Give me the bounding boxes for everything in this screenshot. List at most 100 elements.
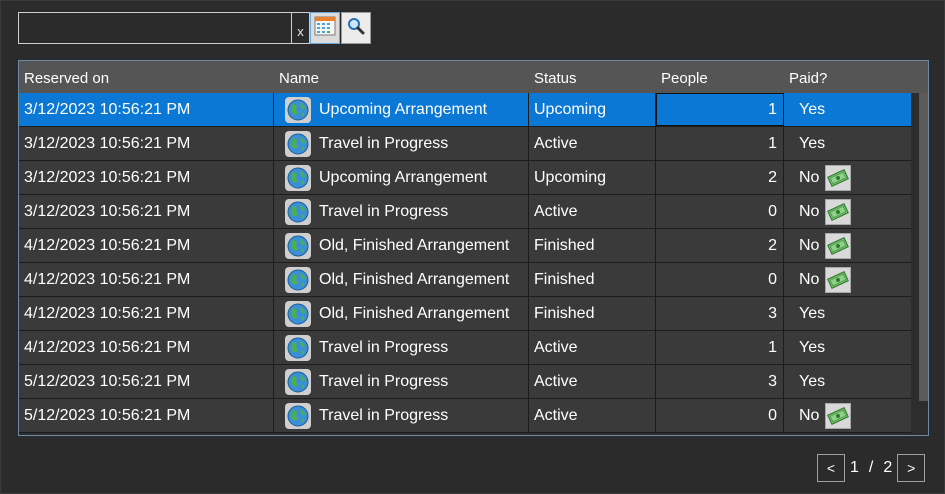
grid-header: Reserved on Name Status People Paid? — [19, 61, 911, 93]
reserved-on-cell[interactable]: 5/12/2023 10:56:21 PM — [19, 399, 274, 432]
paid-cell[interactable]: Yes — [784, 331, 911, 364]
money-icon[interactable] — [825, 232, 852, 259]
table-row[interactable]: 3/12/2023 10:56:21 PM Upcoming Arrangemen… — [19, 161, 911, 195]
globe-icon — [285, 232, 311, 259]
name-cell[interactable]: Travel in Progress — [274, 399, 529, 432]
name-label: Travel in Progress — [319, 406, 449, 424]
name-cell[interactable]: Travel in Progress — [274, 365, 529, 398]
search-button[interactable] — [341, 12, 371, 44]
status-cell[interactable]: Active — [529, 399, 656, 432]
paid-cell[interactable]: No — [784, 263, 911, 296]
people-cell[interactable]: 1 — [656, 127, 784, 160]
people-cell[interactable]: 2 — [656, 229, 784, 262]
globe-icon — [285, 96, 311, 123]
paid-label: No — [799, 236, 820, 254]
paid-cell[interactable]: No — [784, 195, 911, 228]
people-cell[interactable]: 0 — [656, 263, 784, 296]
people-cell[interactable]: 0 — [656, 195, 784, 228]
table-row[interactable]: 4/12/2023 10:56:21 PM Old, Finished Arran… — [19, 297, 911, 331]
table-row[interactable]: 5/12/2023 10:56:21 PM Travel in Progress A… — [19, 399, 911, 433]
name-cell[interactable]: Upcoming Arrangement — [274, 93, 529, 126]
name-label: Old, Finished Arrangement — [319, 304, 510, 322]
status-cell[interactable]: Active — [529, 365, 656, 398]
reserved-on-cell[interactable]: 3/12/2023 10:56:21 PM — [19, 161, 274, 194]
people-cell[interactable]: 1 — [656, 331, 784, 364]
column-header-people[interactable]: People — [656, 61, 784, 93]
reserved-on-cell[interactable]: 4/12/2023 10:56:21 PM — [19, 229, 274, 262]
money-icon[interactable] — [825, 266, 852, 293]
column-header-paid[interactable]: Paid? — [784, 61, 911, 93]
status-cell[interactable]: Upcoming — [529, 161, 656, 194]
name-cell[interactable]: Upcoming Arrangement — [274, 161, 529, 194]
status-cell[interactable]: Upcoming — [529, 93, 656, 126]
people-cell[interactable]: 2 — [656, 161, 784, 194]
money-icon[interactable] — [825, 402, 852, 429]
table-row[interactable]: 4/12/2023 10:56:21 PM Old, Finished Arran… — [19, 229, 911, 263]
name-label: Old, Finished Arrangement — [319, 236, 510, 254]
table-row[interactable]: 3/12/2023 10:56:21 PM Upcoming Arrangemen… — [19, 93, 911, 127]
status-cell[interactable]: Active — [529, 331, 656, 364]
paid-cell[interactable]: No — [784, 399, 911, 432]
column-header-name[interactable]: Name — [274, 61, 529, 93]
globe-icon — [285, 130, 311, 157]
table-row[interactable]: 4/12/2023 10:56:21 PM Travel in Progress A… — [19, 331, 911, 365]
globe-icon — [285, 164, 311, 191]
calendar-button[interactable] — [310, 12, 340, 44]
paid-label: Yes — [799, 372, 826, 390]
paid-cell[interactable]: Yes — [784, 365, 911, 398]
reserved-on-cell[interactable]: 3/12/2023 10:56:21 PM — [19, 195, 274, 228]
status-cell[interactable]: Finished — [529, 229, 656, 262]
paid-cell[interactable]: Yes — [784, 93, 911, 126]
total-pages: 2 — [883, 459, 893, 476]
reserved-on-cell[interactable]: 4/12/2023 10:56:21 PM — [19, 297, 274, 330]
people-cell[interactable]: 3 — [656, 297, 784, 330]
grid-body: 3/12/2023 10:56:21 PM Upcoming Arrangemen… — [19, 93, 911, 433]
column-header-reserved-on[interactable]: Reserved on — [19, 61, 274, 93]
pagination: < 1 / 2 > — [817, 453, 926, 483]
people-cell[interactable]: 1 — [656, 93, 784, 126]
money-icon[interactable] — [825, 198, 852, 225]
search-toolbar: x — [18, 12, 371, 44]
name-cell[interactable]: Old, Finished Arrangement — [274, 263, 529, 296]
next-page-button[interactable]: > — [897, 454, 926, 482]
status-cell[interactable]: Active — [529, 195, 656, 228]
paid-label: No — [799, 168, 820, 186]
globe-icon — [285, 198, 311, 225]
name-label: Travel in Progress — [319, 338, 449, 356]
previous-page-button[interactable]: < — [817, 454, 845, 482]
reserved-on-cell[interactable]: 4/12/2023 10:56:21 PM — [19, 331, 274, 364]
reserved-on-cell[interactable]: 4/12/2023 10:56:21 PM — [19, 263, 274, 296]
name-label: Travel in Progress — [319, 134, 449, 152]
people-cell[interactable]: 0 — [656, 399, 784, 432]
reservations-grid: Reserved on Name Status People Paid? 3/1… — [18, 60, 929, 436]
name-label: Upcoming Arrangement — [319, 100, 488, 118]
paid-cell[interactable]: No — [784, 161, 911, 194]
table-row[interactable]: 4/12/2023 10:56:21 PM Old, Finished Arran… — [19, 263, 911, 297]
name-cell[interactable]: Travel in Progress — [274, 195, 529, 228]
table-row[interactable]: 3/12/2023 10:56:21 PM Travel in Progress A… — [19, 127, 911, 161]
table-row[interactable]: 3/12/2023 10:56:21 PM Travel in Progress A… — [19, 195, 911, 229]
reserved-on-cell[interactable]: 3/12/2023 10:56:21 PM — [19, 93, 274, 126]
status-cell[interactable]: Finished — [529, 297, 656, 330]
paid-cell[interactable]: Yes — [784, 297, 911, 330]
paid-label: No — [799, 202, 820, 220]
column-header-status[interactable]: Status — [529, 61, 656, 93]
name-cell[interactable]: Old, Finished Arrangement — [274, 297, 529, 330]
status-cell[interactable]: Finished — [529, 263, 656, 296]
name-cell[interactable]: Old, Finished Arrangement — [274, 229, 529, 262]
scrollbar-thumb[interactable] — [919, 93, 928, 401]
reserved-on-cell[interactable]: 3/12/2023 10:56:21 PM — [19, 127, 274, 160]
search-input[interactable] — [18, 12, 292, 44]
table-row[interactable]: 5/12/2023 10:56:21 PM Travel in Progress A… — [19, 365, 911, 399]
name-cell[interactable]: Travel in Progress — [274, 331, 529, 364]
reserved-on-cell[interactable]: 5/12/2023 10:56:21 PM — [19, 365, 274, 398]
paid-label: Yes — [799, 134, 826, 152]
status-cell[interactable]: Active — [529, 127, 656, 160]
name-cell[interactable]: Travel in Progress — [274, 127, 529, 160]
paid-cell[interactable]: No — [784, 229, 911, 262]
money-icon[interactable] — [825, 164, 852, 191]
clear-search-button[interactable]: x — [292, 12, 310, 44]
people-cell[interactable]: 3 — [656, 365, 784, 398]
paid-cell[interactable]: Yes — [784, 127, 911, 160]
page-separator: / — [868, 459, 874, 476]
